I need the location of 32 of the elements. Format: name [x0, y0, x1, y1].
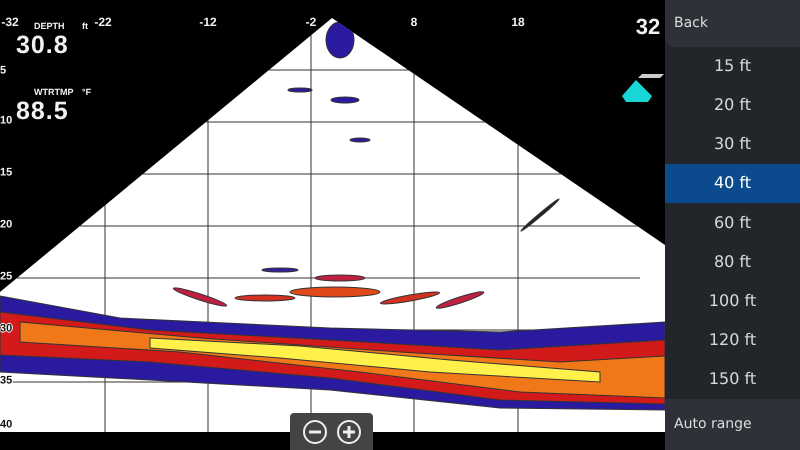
readout-label: WTRTMP — [34, 88, 74, 97]
x-scale-label: 32 — [636, 16, 660, 38]
x-scale-label: -22 — [94, 16, 112, 28]
x-scale-label: 8 — [410, 16, 418, 28]
depth-scale-label: 15 — [0, 168, 12, 178]
depth-scale-label: 25 — [0, 272, 12, 282]
range-option[interactable]: 150 ft — [665, 359, 800, 399]
depth-scale-label: 20 — [0, 220, 12, 230]
readout-label: DEPTH — [34, 22, 65, 31]
range-option[interactable]: 120 ft — [665, 320, 800, 360]
range-option[interactable]: 60 ft — [665, 202, 800, 242]
zoom-in-button[interactable] — [336, 418, 362, 444]
range-option[interactable]: 30 ft — [665, 124, 800, 164]
range-option[interactable]: 15 ft — [665, 46, 800, 86]
readout-unit: ft — [82, 22, 88, 31]
auto-range-button[interactable]: Auto range — [665, 398, 800, 450]
back-button[interactable]: Back — [665, 0, 800, 47]
range-option[interactable]: 100 ft — [665, 281, 800, 320]
readout-value: 30.8 — [16, 33, 69, 58]
readout-value: 88.5 — [16, 99, 69, 124]
x-scale-label: -12 — [199, 16, 217, 28]
x-scale-label: 18 — [511, 16, 525, 28]
depth-scale-label: 40 — [0, 420, 12, 430]
x-scale-label: -2 — [306, 16, 316, 28]
zoom-out-button[interactable] — [302, 418, 328, 444]
range-option[interactable]: 80 ft — [665, 242, 800, 282]
depth-scale-label: 10 — [0, 116, 12, 126]
readout-unit: °F — [82, 88, 92, 97]
range-option[interactable]: 20 ft — [665, 86, 800, 125]
depth-scale-label: 5 — [0, 66, 6, 76]
range-option[interactable]: 40 ft — [665, 164, 800, 203]
x-scale-label: -32 — [1, 16, 19, 28]
